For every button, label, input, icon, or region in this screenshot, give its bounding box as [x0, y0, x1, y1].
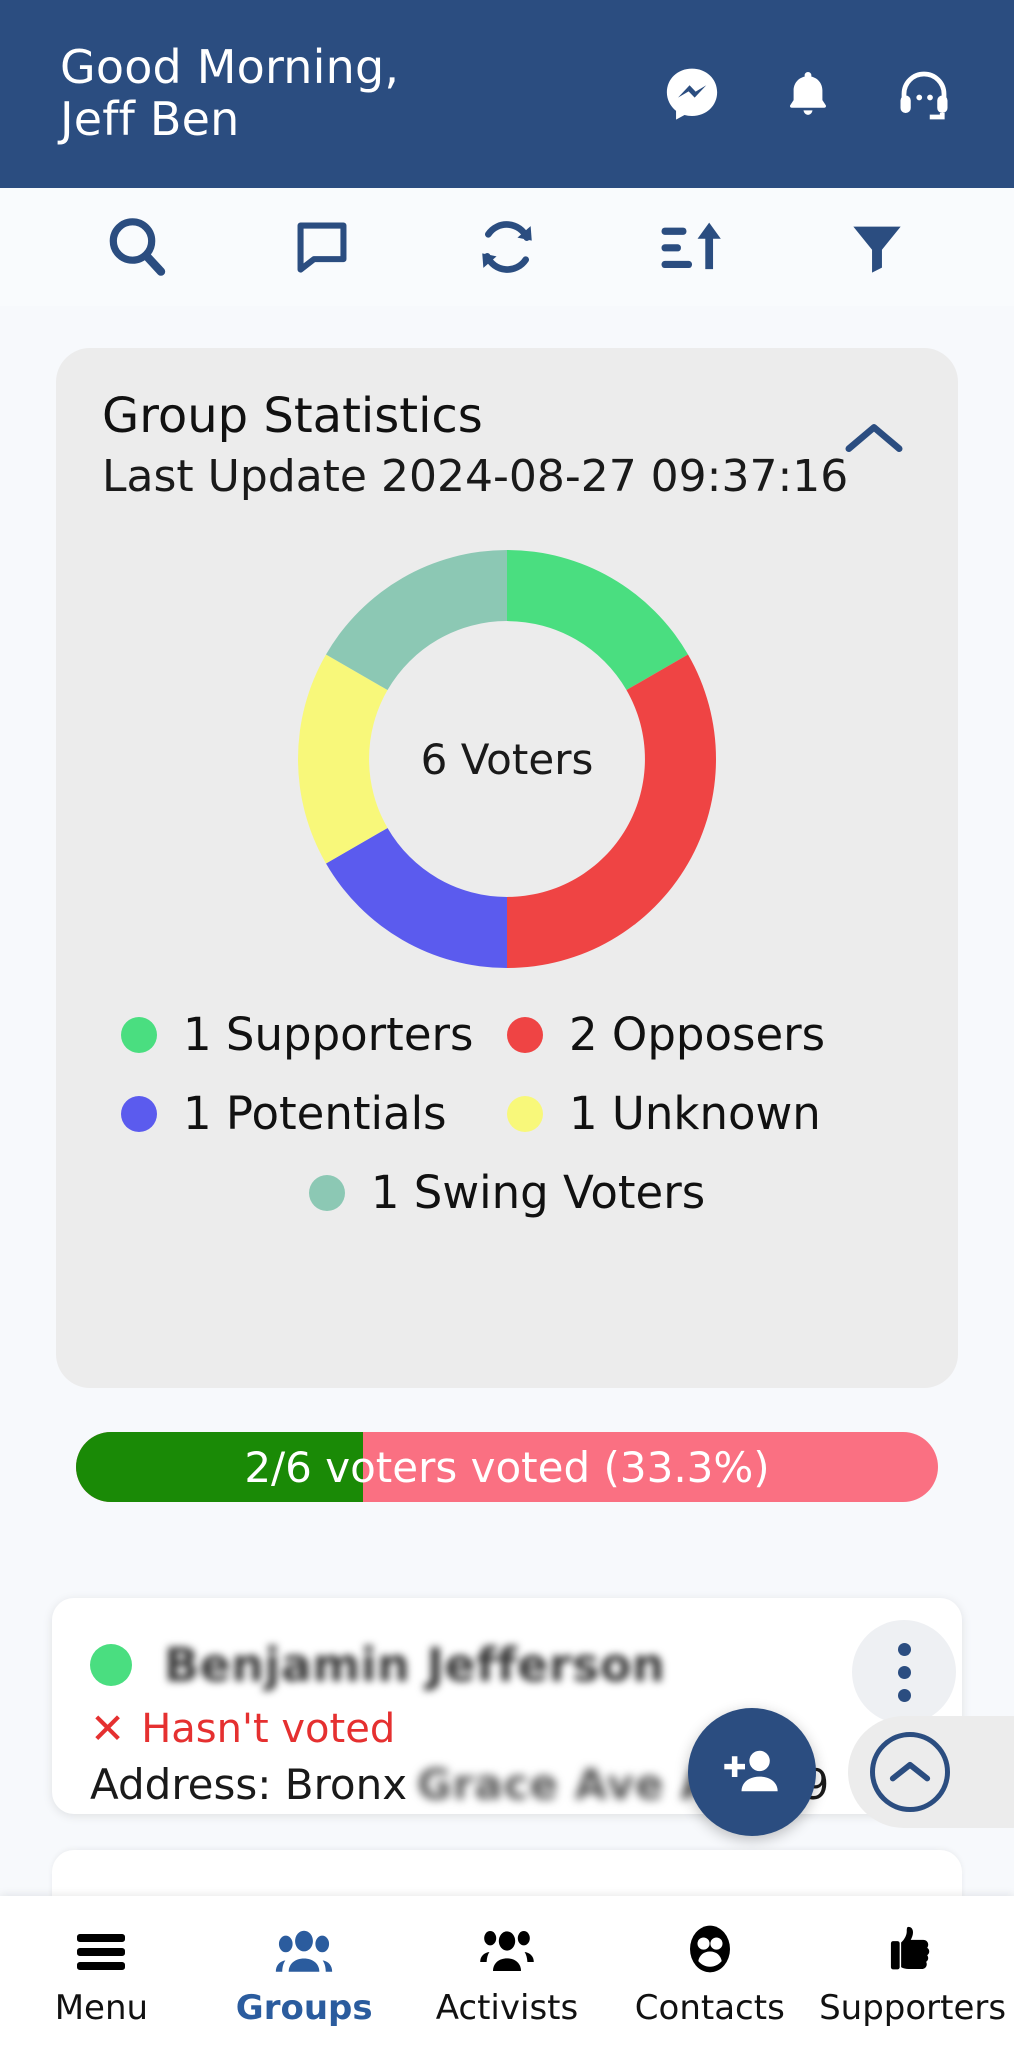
voter-name-row: Benjamin Jefferson — [52, 1598, 962, 1692]
nav-item-menu[interactable]: Menu — [0, 1916, 203, 2028]
nav-label-supporters: Supporters — [819, 1988, 1007, 2028]
legend-label-potentials: 1 Potentials — [183, 1087, 447, 1140]
legend-label-opposers: 2 Opposers — [569, 1008, 826, 1061]
chevron-up-icon[interactable] — [836, 408, 912, 470]
voter-donut-chart: 6 Voters — [56, 544, 958, 974]
legend-label-supporters: 1 Supporters — [183, 1008, 474, 1061]
legend-row-1: 1 Supporters 2 Opposers — [56, 1008, 958, 1061]
kebab-dot — [897, 1642, 911, 1656]
donut-slice-swing-voters[interactable] — [326, 550, 507, 691]
add-person-button[interactable] — [688, 1708, 816, 1836]
legend-label-unknown: 1 Unknown — [569, 1087, 821, 1140]
list-item[interactable]: Benjamin Jefferson ✕ Hasn't voted Addres… — [52, 1598, 962, 1814]
donut-slice-unknown[interactable] — [298, 654, 388, 864]
greeting-line1: Good Morning, — [60, 40, 400, 95]
voter-name: Benjamin Jefferson — [164, 1638, 666, 1692]
scroll-to-top-button[interactable] — [848, 1716, 1014, 1828]
last-update-text: Last Update 2024-08-27 09:37:16 — [102, 450, 849, 502]
contacts-circle-icon — [685, 1916, 735, 1974]
action-toolbar — [0, 188, 1014, 306]
donut-svg — [298, 550, 716, 968]
legend-item-supporters: 1 Supporters — [121, 1008, 507, 1061]
progress-label: 2/6 voters voted (33.3%) — [244, 1442, 770, 1492]
donut-slice-supporters[interactable] — [507, 550, 688, 691]
next-list-item-peek[interactable] — [52, 1850, 962, 1902]
legend-dot-supporters — [121, 1016, 157, 1053]
filter-icon[interactable] — [834, 204, 920, 290]
x-icon: ✕ — [90, 1704, 126, 1753]
nav-item-contacts[interactable]: Contacts — [608, 1916, 811, 2028]
status-badge — [90, 1644, 132, 1686]
group-people-icon — [275, 1916, 333, 1974]
legend-item-unknown: 1 Unknown — [507, 1087, 893, 1140]
bell-icon[interactable] — [776, 62, 840, 126]
messenger-icon[interactable] — [660, 62, 724, 126]
nav-item-groups[interactable]: Groups — [203, 1916, 406, 2028]
kebab-dot — [897, 1665, 911, 1679]
app-screen: Good Morning, Jeff Ben Group Statistics … — [0, 0, 1014, 2048]
legend-item-potentials: 1 Potentials — [121, 1087, 507, 1140]
donut-slice-potentials[interactable] — [326, 827, 507, 968]
donut-graphic: 6 Voters — [298, 550, 716, 968]
vote-status-label: Hasn't voted — [141, 1706, 396, 1752]
search-icon[interactable] — [94, 204, 180, 290]
chart-legend: 1 Supporters 2 Opposers 1 Potentials 1 U… — [56, 1008, 958, 1245]
kebab-menu-icon[interactable] — [852, 1620, 956, 1724]
sort-ascending-icon[interactable] — [649, 204, 735, 290]
legend-item-opposers: 2 Opposers — [507, 1008, 893, 1061]
refresh-icon[interactable] — [464, 204, 550, 290]
legend-dot-unknown — [507, 1095, 543, 1132]
header-icon-group — [660, 62, 968, 126]
kebab-dot — [897, 1688, 911, 1702]
greeting-text: Good Morning, Jeff Ben — [60, 42, 399, 145]
legend-item-swing-voters: 1 Swing Voters — [308, 1166, 706, 1219]
activists-people-icon — [479, 1916, 535, 1974]
address-prefix: Address: Bronx — [90, 1760, 408, 1809]
add-person-icon — [724, 1750, 778, 1792]
nav-label-contacts: Contacts — [634, 1988, 785, 2028]
chevron-up-circle-icon — [870, 1732, 950, 1812]
legend-row-2: 1 Potentials 1 Unknown — [56, 1087, 958, 1140]
support-headset-icon[interactable] — [892, 62, 956, 126]
legend-dot-opposers — [507, 1016, 543, 1053]
nav-label-activists: Activists — [435, 1988, 579, 2028]
vote-status-row: ✕ Hasn't voted — [52, 1692, 962, 1752]
bottom-navigation: Menu Groups Activists Contacts Supporter… — [0, 1896, 1014, 2048]
voting-progress-bar: 2/6 voters voted (33.3%) — [76, 1432, 938, 1502]
legend-dot-potentials — [121, 1095, 157, 1132]
group-statistics-card: Group Statistics Last Update 2024-08-27 … — [56, 348, 958, 1388]
page-title: Group Statistics — [102, 388, 483, 444]
thumbs-up-icon — [887, 1916, 939, 1974]
nav-label-menu: Menu — [54, 1988, 149, 2028]
app-header: Good Morning, Jeff Ben — [0, 0, 1014, 188]
voter-address-row: Address: Bronx Grace Ave Apt 29 — [52, 1752, 962, 1809]
nav-item-activists[interactable]: Activists — [406, 1916, 609, 2028]
nav-label-groups: Groups — [235, 1988, 373, 2028]
legend-dot-swing-voters — [308, 1174, 345, 1211]
greeting-line2: Jeff Ben — [60, 92, 240, 146]
nav-item-supporters[interactable]: Supporters — [811, 1916, 1014, 2028]
legend-row-3: 1 Swing Voters — [56, 1166, 958, 1219]
donut-slice-opposers[interactable] — [507, 654, 716, 969]
hamburger-icon — [74, 1916, 128, 1974]
comment-icon[interactable] — [279, 204, 365, 290]
legend-label-swing-voters: 1 Swing Voters — [370, 1166, 706, 1219]
statistics-header: Group Statistics Last Update 2024-08-27 … — [102, 388, 912, 503]
